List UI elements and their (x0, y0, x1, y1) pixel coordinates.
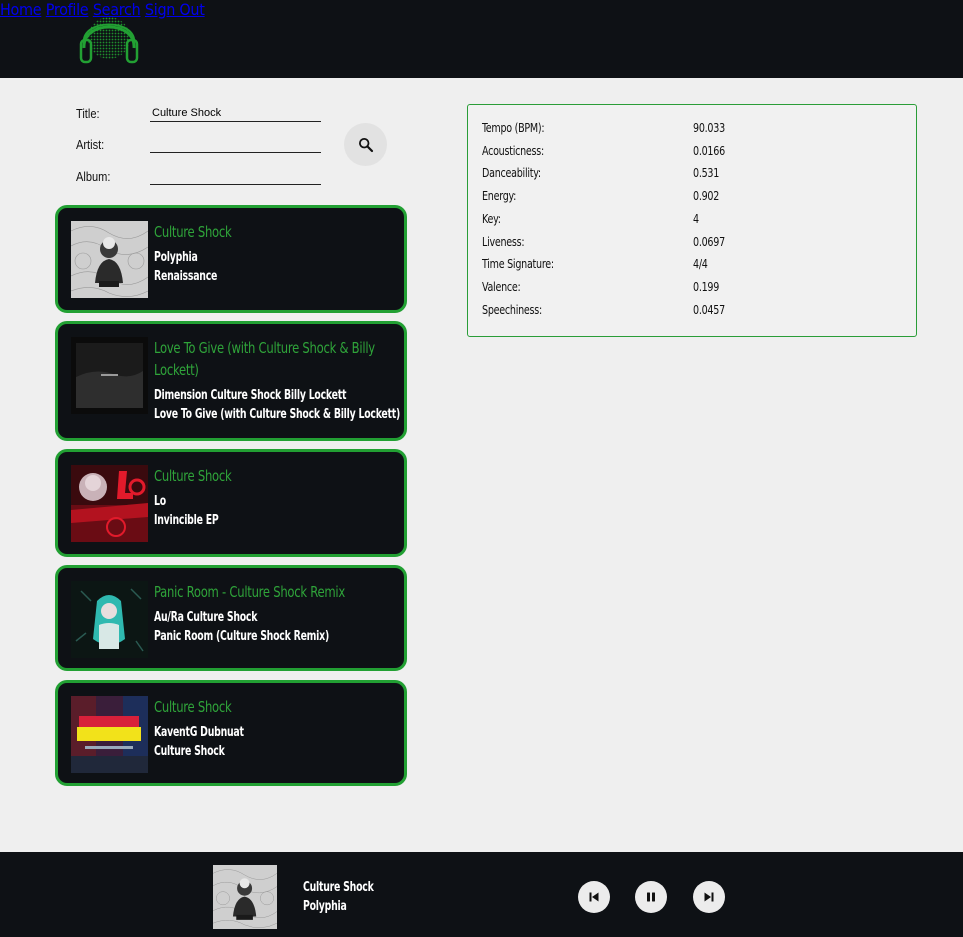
feature-value: 0.531 (693, 165, 720, 180)
feature-value: 0.0697 (693, 234, 725, 249)
feature-value: 4/4 (693, 256, 708, 271)
headphones-logo-icon[interactable] (78, 8, 140, 66)
result-album: Culture Shock (154, 744, 225, 759)
artist-input[interactable] (150, 135, 321, 153)
feature-row-key: Key: 4 (482, 211, 902, 231)
now-playing-title: Culture Shock (303, 880, 374, 895)
feature-value: 0.0457 (693, 302, 725, 317)
pause-icon (647, 892, 655, 902)
feature-value: 0.902 (693, 188, 720, 203)
result-title: Culture Shock (154, 467, 232, 485)
skip-next-icon (704, 892, 714, 902)
pause-button[interactable] (635, 881, 667, 913)
feature-row-time-signature: Time Signature: 4/4 (482, 256, 902, 276)
album-art-lo (71, 465, 148, 542)
now-playing-album-art (213, 865, 277, 929)
now-playing-bar: Culture Shock Polyphia (0, 852, 963, 937)
album-art-aura (71, 581, 148, 658)
result-album: Love To Give (with Culture Shock & Billy… (154, 407, 401, 422)
nav-sign-out-link[interactable]: Sign Out (145, 0, 205, 19)
album-input[interactable] (150, 167, 321, 185)
result-card[interactable]: Panic Room - Culture Shock Remix Au/Ra C… (55, 565, 407, 671)
skip-previous-icon (589, 892, 599, 902)
feature-row-speechiness: Speechiness: 0.0457 (482, 302, 902, 322)
feature-value: 4 (693, 211, 699, 226)
artist-label: Artist: (76, 137, 105, 152)
audio-features-panel: Tempo (BPM): 90.033 Acousticness: 0.0166… (467, 104, 917, 337)
result-card[interactable]: Culture Shock KaventG Dubnuat Culture Sh… (55, 680, 407, 786)
feature-row-tempo: Tempo (BPM): 90.033 (482, 120, 902, 140)
album-art-kaventg (71, 696, 148, 773)
result-card[interactable]: Love To Give (with Culture Shock & Billy… (55, 321, 407, 441)
feature-row-energy: Energy: 0.902 (482, 188, 902, 208)
result-artist: KaventG Dubnuat (154, 725, 244, 740)
feature-row-danceability: Danceability: 0.531 (482, 165, 902, 185)
title-input[interactable] (150, 104, 321, 122)
result-album: Renaissance (154, 269, 218, 284)
feature-label: Energy: (482, 188, 517, 203)
result-artist: Lo (154, 494, 166, 509)
result-title: Culture Shock (154, 698, 232, 716)
result-title: Panic Room - Culture Shock Remix (154, 583, 346, 601)
feature-row-acousticness: Acousticness: 0.0166 (482, 143, 902, 163)
feature-label: Speechiness: (482, 302, 542, 317)
feature-label: Danceability: (482, 165, 541, 180)
album-art-dimension (71, 337, 148, 414)
next-track-button[interactable] (693, 881, 725, 913)
result-album: Panic Room (Culture Shock Remix) (154, 629, 329, 644)
feature-row-liveness: Liveness: 0.0697 (482, 234, 902, 254)
top-nav-bar: Home Profile Search Sign Out (0, 0, 963, 78)
feature-value: 90.033 (693, 120, 725, 135)
feature-row-valence: Valence: 0.199 (482, 279, 902, 299)
magnifier-icon (358, 137, 373, 152)
feature-label: Acousticness: (482, 143, 544, 158)
nav-home-link[interactable]: Home (0, 0, 42, 19)
search-button[interactable] (344, 123, 387, 166)
result-card[interactable]: Culture Shock Polyphia Renaissance (55, 205, 407, 313)
result-title: Culture Shock (154, 223, 232, 241)
feature-label: Liveness: (482, 234, 525, 249)
feature-value: 0.0166 (693, 143, 725, 158)
now-playing-artist: Polyphia (303, 899, 347, 914)
result-title: Love To Give (with Culture Shock & Billy… (154, 339, 375, 379)
result-artist: Polyphia (154, 250, 198, 265)
feature-value: 0.199 (693, 279, 720, 294)
title-label: Title: (76, 106, 100, 121)
feature-label: Valence: (482, 279, 521, 294)
feature-label: Key: (482, 211, 501, 226)
album-label: Album: (76, 169, 111, 184)
previous-track-button[interactable] (578, 881, 610, 913)
result-card[interactable]: Culture Shock Lo Invincible EP (55, 449, 407, 557)
result-album: Invincible EP (154, 513, 219, 528)
result-artist: Au/Ra Culture Shock (154, 610, 258, 625)
feature-label: Time Signature: (482, 256, 554, 271)
result-artist: Dimension Culture Shock Billy Lockett (154, 388, 347, 403)
feature-label: Tempo (BPM): (482, 120, 545, 135)
album-art-polyphia (71, 221, 148, 298)
